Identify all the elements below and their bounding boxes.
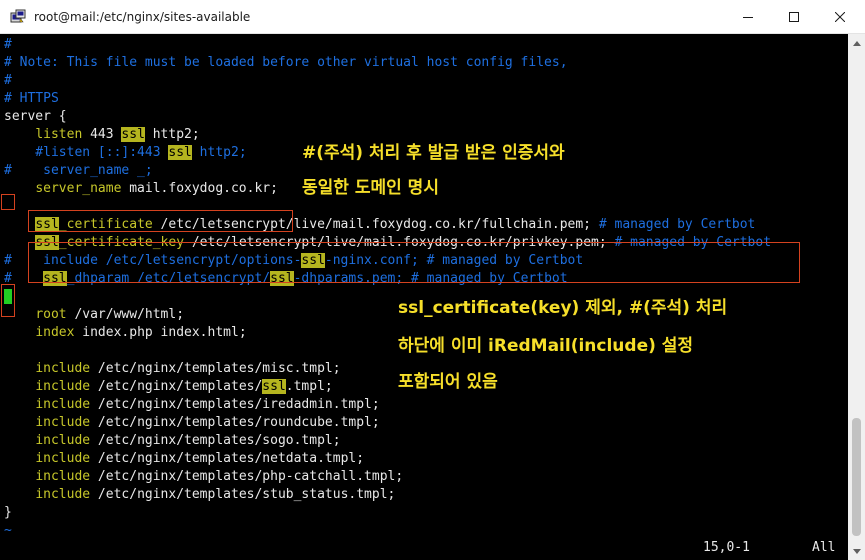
code-line[interactable]: # [4,72,771,90]
code-token: 443 [82,127,122,142]
code-line[interactable]: include /etc/nginx/templates/misc.tmpl; [4,360,771,378]
code-token: include [35,487,91,502]
highlight-box-server-name [28,210,293,232]
code-token: include [35,361,91,376]
code-token: ~ [4,523,12,538]
code-token: /etc/nginx/templates/ [90,379,263,394]
annotation-bottom-line-1: ssl_certificate(key) 제외, #(주석) 처리 [398,298,728,318]
code-token: # [4,163,12,178]
vim-buffer[interactable]: # # Note: This file must be loaded before… [4,36,771,540]
code-token: /etc/nginx/templates/php-catchall.tmpl; [90,469,404,484]
code-line[interactable]: } [4,504,771,522]
code-line[interactable]: include /etc/nginx/templates/netdata.tmp… [4,450,771,468]
code-line[interactable]: include /etc/nginx/templates/iredadmin.t… [4,396,771,414]
code-line[interactable]: # Note: This file must be loaded before … [4,54,771,72]
code-token: include [35,433,91,448]
code-line[interactable]: include /etc/nginx/templates/ssl.tmpl; [4,378,771,396]
maximize-icon [789,12,799,22]
code-line[interactable]: # [4,36,771,54]
code-token: root [35,307,67,322]
code-token: /etc/nginx/templates/misc.tmpl; [90,361,341,376]
scroll-up-button[interactable] [848,34,865,51]
code-token: /etc/nginx/templates/iredadmin.tmpl; [90,397,380,412]
code-token: #listen [::]:443 [4,145,169,160]
maximize-button[interactable] [771,0,817,34]
vertical-scrollbar[interactable] [848,34,865,560]
code-line[interactable]: include /etc/nginx/templates/php-catchal… [4,468,771,486]
code-token: include [35,469,91,484]
code-token: /var/www/html; [66,307,185,322]
code-token: listen [35,127,83,142]
code-token: /etc/nginx/templates/stub_status.tmpl; [90,487,396,502]
code-token: } [4,505,12,520]
code-token: # managed by Certbot [598,217,756,232]
code-token: ssl [262,379,286,394]
annotation-top-line-1: #(주석) 처리 후 발급 받은 인증서와 [302,143,565,163]
code-token: include [35,397,91,412]
code-token: include [35,415,91,430]
code-token: # Note: This file must be loaded before … [4,55,568,70]
code-token: http2; [144,127,200,142]
code-token: ssl [168,145,192,160]
highlight-box-ssl-certificate [28,242,800,283]
code-token: ssl [121,127,145,142]
code-token: http2; [191,145,247,160]
code-token: /etc/nginx/templates/netdata.tmpl; [90,451,365,466]
code-token: server { [4,109,67,124]
scroll-position: All [812,540,836,555]
code-token: mail.foxydog.co.kr; [121,181,278,196]
code-token: /etc/nginx/templates/roundcube.tmpl; [90,415,380,430]
code-line[interactable]: include /etc/nginx/templates/stub_status… [4,486,771,504]
code-token: .tmpl; [285,379,333,394]
code-token: # [4,73,12,88]
close-icon [835,12,845,22]
code-line[interactable]: server { [4,108,771,126]
arrow-up-icon [852,40,861,46]
code-token: /etc/nginx/templates/sogo.tmpl; [90,433,341,448]
code-token: # [4,37,12,52]
annotation-top-line-2: 동일한 도메인 명시 [302,178,439,198]
putty-terminal-icon[interactable] [10,9,26,25]
code-token: # HTTPS [4,91,59,106]
annotation-bottom-line-2: 하단에 이미 iRedMail(include) 설정 [398,336,694,356]
title-bar: root@mail:/etc/nginx/sites-available [0,0,865,34]
code-token: # [4,253,12,268]
scroll-down-button[interactable] [848,543,865,560]
code-token: index [35,325,75,340]
code-token: server_name [35,181,122,196]
code-token: include [35,379,91,394]
code-token: index.php index.html; [74,325,247,340]
minimize-button[interactable] [725,0,771,34]
arrow-down-icon [852,548,861,554]
code-line[interactable]: include /etc/nginx/templates/roundcube.t… [4,414,771,432]
terminal-area[interactable]: # # Note: This file must be loaded before… [0,34,848,560]
code-line[interactable]: # HTTPS [4,90,771,108]
close-button[interactable] [817,0,863,34]
cursor-position: 15,0-1 [703,540,750,555]
code-token: server_name _; [11,163,153,178]
highlight-box-commented-includes [1,284,15,317]
minimize-icon [743,17,753,18]
annotation-bottom-line-3: 포함되어 있음 [398,372,498,392]
scrollbar-thumb[interactable] [852,418,861,536]
highlight-box-server-name-comment [1,194,15,210]
code-line[interactable]: ~ [4,522,771,540]
code-token: include [35,451,91,466]
window-title: root@mail:/etc/nginx/sites-available [34,10,251,24]
code-line[interactable]: include /etc/nginx/templates/sogo.tmpl; [4,432,771,450]
